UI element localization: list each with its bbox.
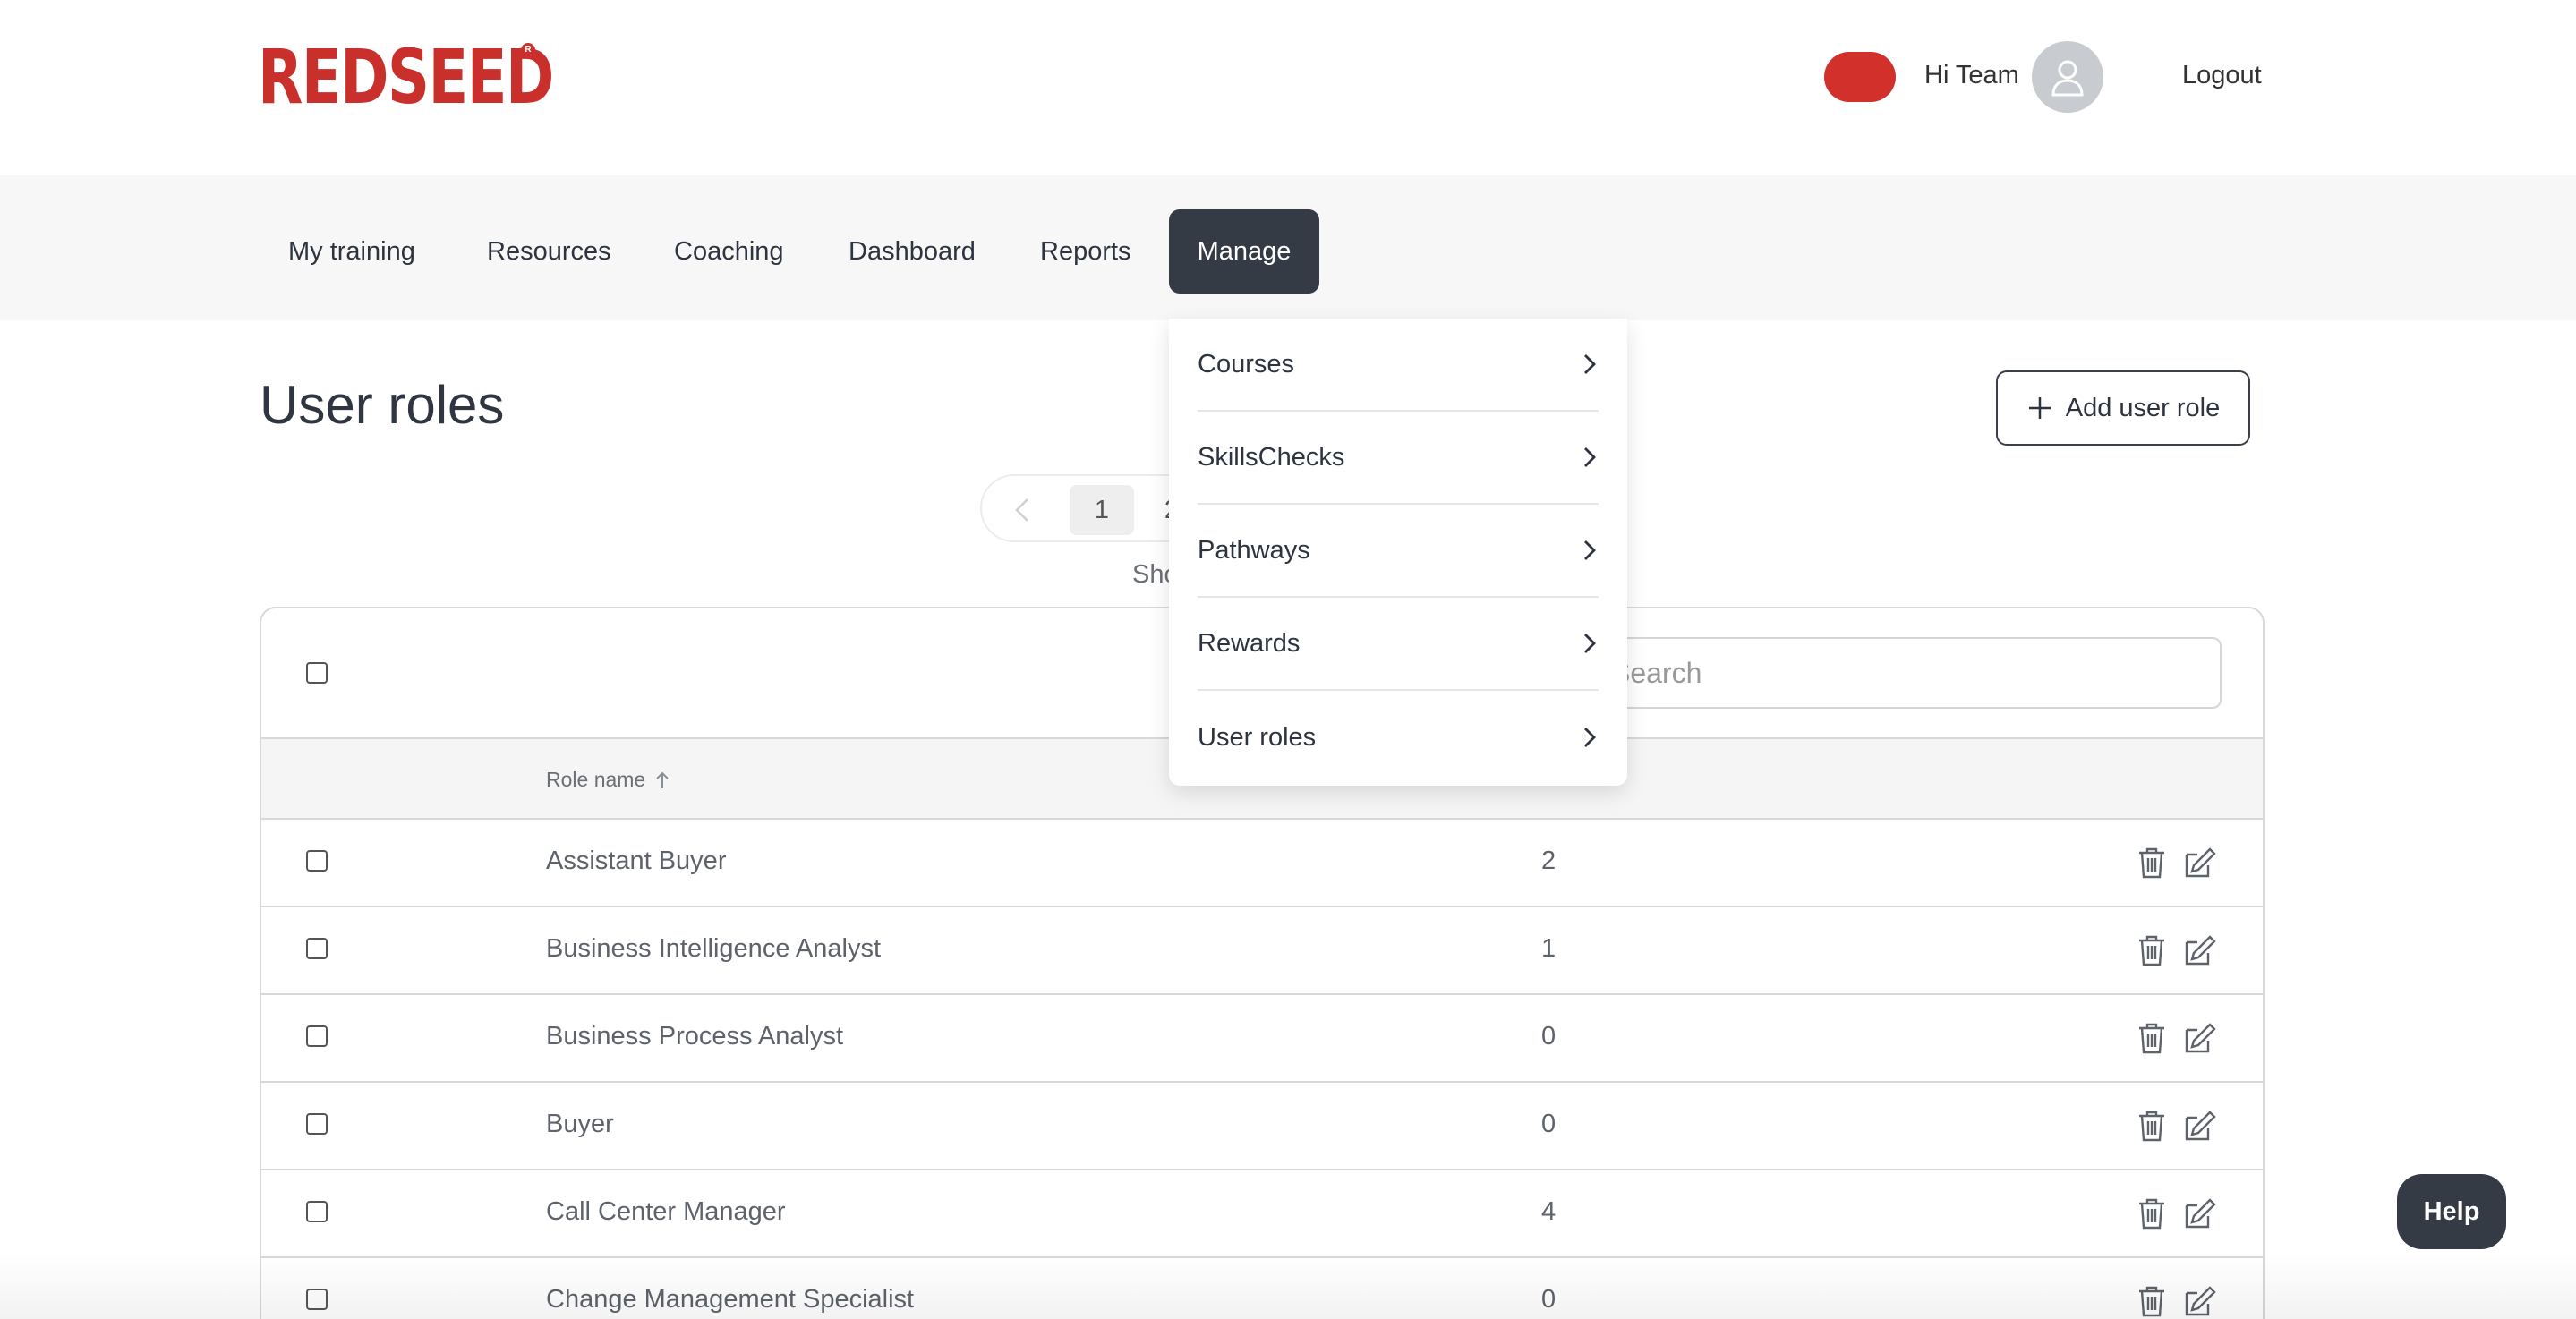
trash-icon[interactable]: [2134, 1020, 2170, 1056]
menu-item-user-roles[interactable]: User roles: [1198, 691, 1599, 784]
help-button[interactable]: Help: [2397, 1174, 2506, 1249]
menu-item-courses[interactable]: Courses: [1198, 319, 1599, 412]
role-name: Business Intelligence Analyst: [546, 934, 881, 963]
table-row: Buyer 0: [261, 1083, 2263, 1170]
table-row: Assistant Buyer 2: [261, 820, 2263, 907]
menu-item-skillschecks[interactable]: SkillsChecks: [1198, 412, 1599, 505]
nav-my-training[interactable]: My training: [260, 209, 444, 294]
menu-item-label: User roles: [1198, 722, 1317, 752]
sort-arrow-up-icon: [656, 771, 669, 788]
column-role-name-label: Role name: [546, 768, 646, 791]
nav-resources[interactable]: Resources: [458, 209, 640, 294]
trash-icon[interactable]: [2134, 1283, 2170, 1319]
role-name: Buyer: [546, 1110, 614, 1138]
row-checkbox[interactable]: [306, 938, 328, 959]
nav-reports[interactable]: Reports: [1011, 209, 1160, 294]
menu-item-label: Courses: [1198, 349, 1294, 379]
add-user-role-button[interactable]: Add user role: [1996, 370, 2250, 446]
chevron-right-icon: [1584, 728, 1596, 747]
menu-item-label: Pathways: [1198, 535, 1310, 565]
table-row: Call Center Manager 4: [261, 1170, 2263, 1258]
role-count: 4: [1541, 1197, 1557, 1226]
trash-icon[interactable]: [2134, 1108, 2170, 1144]
status-toggle[interactable]: [1824, 52, 1896, 102]
menu-item-label: SkillsChecks: [1198, 442, 1345, 472]
chevron-left-icon[interactable]: [1007, 494, 1039, 526]
table-row: Business Intelligence Analyst 1: [261, 907, 2263, 995]
trash-icon[interactable]: [2134, 1196, 2170, 1231]
page-title: User roles: [260, 375, 505, 435]
chevron-right-icon: [1584, 354, 1596, 374]
plus-icon: [2028, 397, 2051, 419]
row-checkbox[interactable]: [306, 1113, 328, 1135]
edit-icon[interactable]: [2182, 1196, 2218, 1231]
select-all-checkbox[interactable]: [306, 662, 328, 684]
add-user-role-label: Add user role: [2065, 393, 2221, 422]
chevron-right-icon: [1584, 447, 1596, 467]
user-greeting: Hi Team: [1924, 61, 2019, 89]
trash-icon[interactable]: [2134, 845, 2170, 881]
nav-dashboard[interactable]: Dashboard: [820, 209, 1004, 294]
avatar[interactable]: [2032, 41, 2103, 113]
nav-manage[interactable]: Manage: [1169, 209, 1319, 294]
row-checkbox[interactable]: [306, 1289, 328, 1310]
role-count: 2: [1541, 847, 1557, 875]
role-count: 0: [1541, 1285, 1557, 1314]
role-count: 1: [1541, 934, 1557, 963]
redseed-logo[interactable]: REDSEED: [258, 39, 554, 115]
edit-icon[interactable]: [2182, 932, 2218, 968]
role-name: Assistant Buyer: [546, 847, 727, 875]
role-name: Business Process Analyst: [546, 1022, 844, 1051]
nav-coaching[interactable]: Coaching: [645, 209, 813, 294]
search-input[interactable]: Search: [1586, 637, 2222, 709]
trash-icon[interactable]: [2134, 932, 2170, 968]
column-role-name[interactable]: Role name: [546, 768, 670, 792]
table-row: Business Process Analyst 0: [261, 995, 2263, 1083]
chevron-right-icon: [1584, 540, 1596, 560]
logout-link[interactable]: Logout: [2182, 61, 2262, 90]
row-checkbox[interactable]: [306, 1201, 328, 1222]
role-count: 0: [1541, 1022, 1557, 1051]
page-1-button[interactable]: 1: [1070, 485, 1134, 535]
role-count: 0: [1541, 1110, 1557, 1138]
menu-item-rewards[interactable]: Rewards: [1198, 598, 1599, 691]
manage-dropdown-menu: Courses SkillsChecks Pathways Rewards Us…: [1169, 319, 1627, 786]
edit-icon[interactable]: [2182, 845, 2218, 881]
table-row: Change Management Specialist 0: [261, 1258, 2263, 1319]
role-name: Change Management Specialist: [546, 1285, 915, 1314]
edit-icon[interactable]: [2182, 1108, 2218, 1144]
row-checkbox[interactable]: [306, 850, 328, 872]
menu-item-label: Rewards: [1198, 628, 1301, 658]
role-name: Call Center Manager: [546, 1197, 786, 1226]
row-checkbox[interactable]: [306, 1025, 328, 1047]
menu-item-pathways[interactable]: Pathways: [1198, 505, 1599, 598]
header: REDSEED R Hi Team Logout: [0, 0, 2576, 175]
edit-icon[interactable]: [2182, 1020, 2218, 1056]
user-icon: [2051, 60, 2084, 97]
edit-icon[interactable]: [2182, 1283, 2218, 1319]
chevron-right-icon: [1584, 634, 1596, 653]
registered-mark: R: [521, 43, 535, 57]
